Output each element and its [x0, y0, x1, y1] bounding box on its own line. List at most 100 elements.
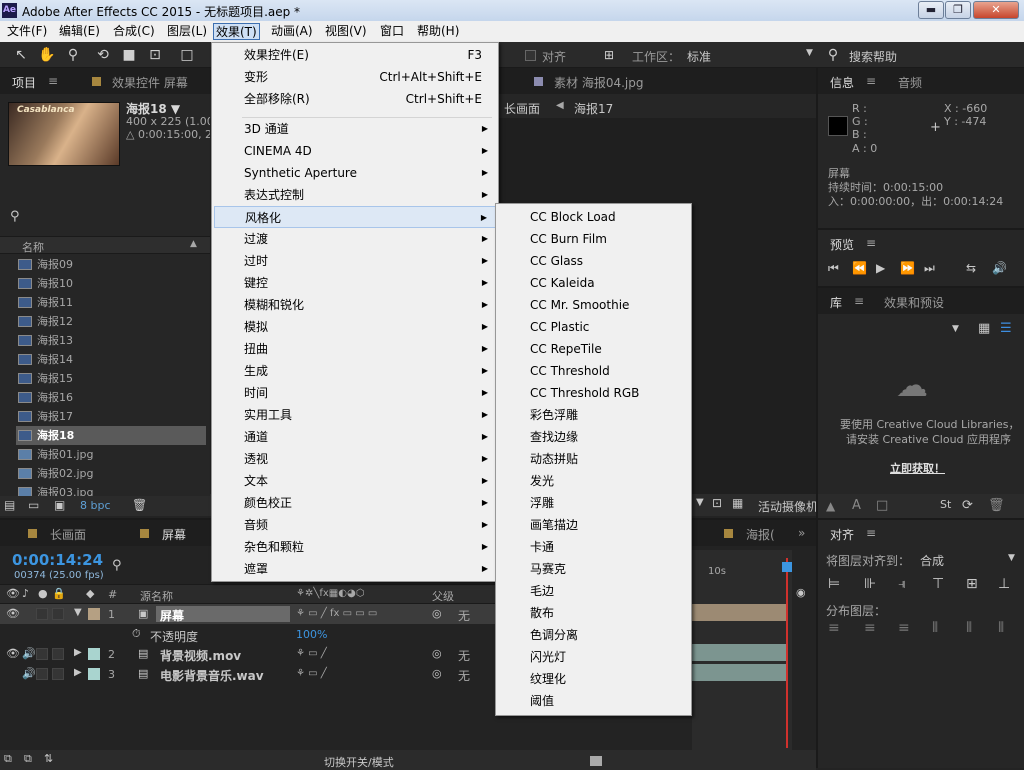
speaker-icon[interactable]: 🔊: [22, 667, 36, 680]
project-item[interactable]: 海报15: [16, 369, 206, 388]
layer-switches[interactable]: ⚘ ▭ ╱: [296, 668, 327, 679]
tab-effect-controls[interactable]: 效果控件 屏幕: [112, 74, 188, 91]
effects-category-item[interactable]: 杂色和颗粒 ▶: [214, 536, 496, 558]
distribute-right-icon[interactable]: ⦀: [998, 620, 1004, 636]
interpret-footage-icon[interactable]: ▤: [4, 498, 15, 512]
effects-category-item[interactable]: 模糊和锐化 ▶: [214, 294, 496, 316]
camera-tool-icon[interactable]: ■: [120, 46, 138, 64]
project-item[interactable]: 海报18: [16, 426, 206, 445]
effects-category-item[interactable]: 透视 ▶: [214, 448, 496, 470]
transparency-grid-icon[interactable]: ▦: [732, 496, 743, 510]
grid-view-icon[interactable]: ▦: [978, 321, 990, 336]
snap-checkbox[interactable]: [525, 50, 536, 61]
align-to-select[interactable]: 合成 ▼: [916, 550, 1024, 568]
tab-project[interactable]: 项目: [12, 74, 36, 91]
effects-category-item[interactable]: 键控 ▶: [214, 272, 496, 294]
last-frame-icon[interactable]: ⏭: [924, 261, 935, 276]
project-item[interactable]: 海报09: [16, 255, 206, 274]
hand-tool-icon[interactable]: ✋: [38, 46, 56, 64]
effects-category-item[interactable]: 风格化 ▶: [214, 206, 496, 228]
column-name-header[interactable]: 名称: [22, 239, 44, 255]
parent-value[interactable]: 无: [458, 667, 470, 684]
stylize-effect-item[interactable]: CC Burn Film: [498, 228, 689, 250]
list-view-icon[interactable]: ☰: [1000, 321, 1012, 336]
stopwatch-icon[interactable]: ⏱: [132, 627, 141, 641]
menu-file[interactable]: 文件(F): [5, 23, 49, 40]
expand-arrow-icon[interactable]: ▶: [74, 667, 82, 678]
play-icon[interactable]: ▶: [876, 261, 885, 275]
lock-toggle[interactable]: [52, 668, 64, 680]
parent-value[interactable]: 无: [458, 647, 470, 664]
distribute-hcenter-icon[interactable]: ⦀: [966, 620, 972, 636]
stylize-effect-item[interactable]: CC Kaleida: [498, 272, 689, 294]
effects-category-item[interactable]: 文本 ▶: [214, 470, 496, 492]
distribute-vcenter-icon[interactable]: ≡: [864, 620, 876, 636]
menu-effects[interactable]: 效果(T): [213, 23, 260, 40]
effects-category-item[interactable]: Synthetic Aperture ▶: [214, 162, 496, 184]
pan-behind-tool-icon[interactable]: ⊡: [146, 46, 164, 64]
panel-menu-icon[interactable]: ≡: [866, 74, 876, 88]
stylize-effect-item[interactable]: CC Glass: [498, 250, 689, 272]
project-item[interactable]: 海报17: [16, 407, 206, 426]
menu-edit[interactable]: 编辑(E): [57, 23, 102, 40]
panel-menu-icon[interactable]: ≡: [48, 74, 58, 88]
align-bottom-icon[interactable]: ⊥: [998, 576, 1010, 592]
get-now-link[interactable]: 立即获取！: [890, 460, 945, 476]
search-help-input[interactable]: 搜索帮助: [849, 48, 897, 65]
stylize-effect-item[interactable]: CC RepeTile: [498, 338, 689, 360]
stylize-effect-item[interactable]: 闪光灯: [498, 646, 689, 668]
effects-menu-item[interactable]: 全部移除(R) Ctrl+Shift+E: [214, 88, 496, 110]
effects-category-item[interactable]: 过时 ▶: [214, 250, 496, 272]
current-timecode[interactable]: 0:00:14:24: [12, 551, 103, 569]
snap-options-icon[interactable]: ⊞: [600, 46, 618, 64]
audio-icon[interactable]: 🔊: [992, 261, 1007, 275]
align-right-icon[interactable]: ⫣: [898, 576, 906, 592]
layer-bar-3[interactable]: [692, 664, 788, 681]
breadcrumb-long-shot[interactable]: 长画面: [504, 100, 540, 117]
effects-category-item[interactable]: 颜色校正 ▶: [214, 492, 496, 514]
time-graph[interactable]: 10s: [692, 550, 792, 750]
tab-effects-presets[interactable]: 效果和预设: [884, 294, 944, 311]
menu-composition[interactable]: 合成(C): [111, 23, 157, 40]
stylize-effect-item[interactable]: 发光: [498, 470, 689, 492]
tab-audio[interactable]: 音频: [898, 74, 922, 91]
dropdown-arrow-icon[interactable]: ▼: [952, 324, 959, 334]
effects-category-item[interactable]: 扭曲 ▶: [214, 338, 496, 360]
active-camera-select[interactable]: 活动摄像机: [758, 498, 818, 515]
add-text-style-icon[interactable]: A: [852, 498, 861, 513]
solo-toggle[interactable]: [36, 668, 48, 680]
stylize-effect-item[interactable]: 卡通: [498, 536, 689, 558]
eye-icon[interactable]: 👁: [6, 607, 20, 620]
selection-tool-icon[interactable]: ↖: [12, 46, 30, 64]
bpc-button[interactable]: 8 bpc: [80, 499, 111, 512]
lock-toggle[interactable]: [52, 648, 64, 660]
distribute-top-icon[interactable]: ≡: [828, 620, 840, 636]
rotate-tool-icon[interactable]: ⟲: [94, 46, 112, 64]
label-color-swatch[interactable]: [88, 668, 100, 680]
project-item[interactable]: 海报10: [16, 274, 206, 293]
stylize-effect-item[interactable]: 查找边缘: [498, 426, 689, 448]
stylize-effect-item[interactable]: 浮雕: [498, 492, 689, 514]
layer-switches[interactable]: ⚘ ▭ ╱ fx ▭ ▭ ▭: [296, 608, 377, 619]
loop-icon[interactable]: ⇆: [966, 261, 976, 275]
parent-value[interactable]: 无: [458, 607, 470, 624]
project-item[interactable]: 海报14: [16, 350, 206, 369]
layer-row-2[interactable]: 👁 🔊 ▶ 2 ▤ 背景视频.mov ⚘ ▭ ╱ ◎ 无: [0, 644, 500, 664]
expand-arrow-icon[interactable]: ▼: [74, 607, 82, 618]
new-composition-icon[interactable]: ▣: [54, 498, 65, 512]
workspace-select[interactable]: 标准 ▼: [682, 46, 818, 64]
pick-whip-icon[interactable]: ◎: [432, 647, 442, 660]
stylize-effect-item[interactable]: CC Block Load: [498, 206, 689, 228]
distribute-bottom-icon[interactable]: ≡: [898, 620, 910, 636]
effects-menu-item[interactable]: 变形 Ctrl+Alt+Shift+E: [214, 66, 496, 88]
opacity-value[interactable]: 100%: [296, 628, 327, 641]
effects-category-item[interactable]: CINEMA 4D ▶: [214, 140, 496, 162]
maximize-button[interactable]: ❐: [945, 1, 971, 19]
mode-toggle-icon[interactable]: ⧉: [24, 752, 32, 766]
stylize-effect-item[interactable]: CC Plastic: [498, 316, 689, 338]
add-color-icon[interactable]: ▲: [826, 499, 835, 513]
expand-arrow-icon[interactable]: ▶: [74, 647, 82, 658]
effects-category-item[interactable]: 表达式控制 ▶: [214, 184, 496, 206]
effects-category-item[interactable]: 过渡 ▶: [214, 228, 496, 250]
more-tabs-icon[interactable]: »: [798, 526, 805, 540]
